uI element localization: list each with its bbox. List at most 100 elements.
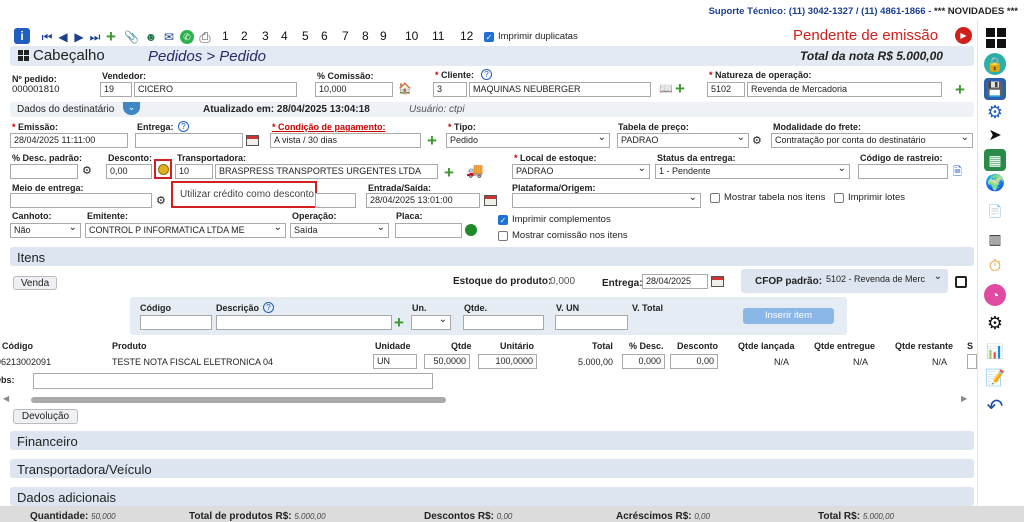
whatsapp-icon[interactable]: ✆ [180,30,194,44]
row-disc-field[interactable]: 0,00 [670,354,718,369]
expand-square-icon[interactable] [955,276,967,288]
nature-name-field[interactable]: Revenda de Mercadoria [747,82,942,97]
obs-field[interactable] [33,373,433,389]
add-carrier-icon[interactable]: + [444,164,454,181]
info-icon[interactable]: i [14,28,30,44]
page-number-8[interactable]: 8 [362,29,369,43]
show-commission-checkbox[interactable] [498,231,508,241]
carrier-code-field[interactable]: 10 [175,164,213,179]
freight-select[interactable]: Contratação por conta do destinatário [771,133,973,148]
inout-field[interactable]: 28/04/2025 13:01:00 [366,193,480,208]
items-delivery-field[interactable]: 28/04/2025 [642,274,708,289]
first-record-icon[interactable]: ⏮ [40,30,54,44]
additional-data-section-bar[interactable]: Dados adicionais [10,487,974,506]
price-table-select[interactable]: PADRAO [617,133,749,148]
client-help-icon[interactable]: ? [481,69,492,80]
delivery-calendar-icon[interactable] [246,135,259,146]
truck-icon[interactable]: 🚚 [466,163,483,177]
danfe-icon[interactable]: 📄 [984,200,1006,222]
client-code-field[interactable]: 3 [433,82,467,97]
form-qty-field[interactable] [463,315,544,330]
youtube-icon[interactable]: ▶ [955,27,972,44]
payment-field[interactable]: A vista / 30 dias [270,133,421,148]
carrier-section-bar[interactable]: Transportadora/Veículo [10,459,974,478]
sale-button[interactable]: Venda [13,276,57,290]
recipient-toggle[interactable]: Dados do destinatário [17,104,114,115]
insert-item-button[interactable]: Inserir item [743,308,834,324]
presentation-icon[interactable]: 📊 [984,340,1006,362]
send-icon[interactable]: ➤ [984,125,1006,147]
globe-icon[interactable]: 🌍 [984,173,1006,195]
print-batches-checkbox[interactable] [834,193,844,203]
credit-discount-button[interactable] [154,159,172,179]
items-section-bar[interactable]: Itens [10,247,974,266]
delivery-date-field[interactable] [135,133,243,148]
page-number-4[interactable]: 4 [281,29,288,43]
delivery-help-icon[interactable]: ? [178,121,189,132]
desc-help-icon[interactable]: ? [263,302,274,313]
page-number-12[interactable]: 12 [460,29,473,43]
row-qty-field[interactable]: 50,0000 [424,354,470,369]
delivery-means-lookup-icon[interactable]: ⚙ [156,194,166,208]
previous-record-icon[interactable]: ◀ [56,30,70,44]
chart-pie-icon[interactable]: ◔ [984,284,1006,306]
attach-icon[interactable]: 📎 [124,30,139,44]
print-icon[interactable]: ⎙ [198,30,212,44]
row-unit-price-field[interactable]: 100,0000 [478,354,537,369]
back-arrow-icon[interactable]: ↶ [984,396,1006,418]
save-icon[interactable]: 💾 [984,78,1006,100]
stock-location-select[interactable]: PADRAO [512,164,650,179]
barcode-icon[interactable]: ▥ [984,228,1006,250]
print-complements-checkbox[interactable]: ✓ [498,215,508,225]
commission-field[interactable]: 10,000 [315,82,393,97]
lock-icon[interactable]: 🔒 [984,53,1006,75]
emission-field[interactable]: 28/04/2025 11:11:00 [10,133,128,148]
carrier-name-field[interactable]: BRASPRESS TRANSPORTES URGENTES LTDA [215,164,438,179]
commission-lookup-icon[interactable]: 🏠 [398,82,412,96]
add-payment-icon[interactable]: + [427,132,437,149]
print-duplicates-checkbox[interactable]: ✓ [484,32,494,42]
stub-select[interactable]: Não [10,223,81,238]
tracking-field[interactable] [858,164,948,179]
show-table-checkbox[interactable] [710,193,720,203]
horizontal-scrollbar-thumb[interactable] [31,397,446,403]
discount-field[interactable]: 0,00 [106,164,152,179]
discount-pct-field[interactable] [10,164,78,179]
notes-icon[interactable]: 📝 [984,368,1006,390]
news-link[interactable]: *** NOVIDADES *** [934,6,1018,17]
inout-calendar-icon[interactable] [484,195,497,206]
add-client-icon[interactable]: + [675,80,685,97]
financial-section-bar[interactable]: Financeiro [10,431,974,450]
add-nature-icon[interactable]: + [955,81,965,98]
page-number-3[interactable]: 3 [262,29,269,43]
apps-grid-icon[interactable] [984,27,1006,49]
page-number-11[interactable]: 11 [432,29,444,43]
carrier-extra-field[interactable] [315,193,356,208]
next-record-icon[interactable]: ▶ [72,30,86,44]
spreadsheet-icon[interactable]: ▦ [984,149,1006,171]
page-number-1[interactable]: 1 [222,29,229,43]
gears-icon[interactable]: ⚙ [984,312,1006,334]
page-number-6[interactable]: 6 [321,29,328,43]
nature-code-field[interactable]: 5102 [707,82,745,97]
cfop-select[interactable]: 5102 - Revenda de Merc [823,273,945,288]
page-number-10[interactable]: 10 [405,29,418,43]
client-card-icon[interactable]: 📖 [659,82,673,96]
settings-gear-icon[interactable]: ⚙ [984,101,1006,123]
add-product-icon[interactable]: + [394,314,404,331]
page-number-9[interactable]: 9 [380,29,387,43]
plate-field[interactable] [395,223,462,238]
clock-icon[interactable]: ⏱ [984,256,1006,278]
email-icon[interactable]: ✉ [162,30,176,44]
new-record-icon[interactable]: + [106,28,116,45]
devolution-button[interactable]: Devolução [13,409,78,424]
row-unit-field[interactable]: UN [373,354,417,369]
scroll-right-icon[interactable]: ▶ [961,394,967,403]
form-desc-field[interactable] [216,315,392,330]
tracking-doc-icon[interactable]: 🗎 [953,165,962,179]
discount-pct-lookup-icon[interactable]: ⚙ [82,164,92,178]
user-icon[interactable]: ☻ [144,30,158,44]
platform-select[interactable] [512,193,701,208]
page-number-2[interactable]: 2 [241,29,248,43]
operation-select[interactable]: Saída [290,223,389,238]
